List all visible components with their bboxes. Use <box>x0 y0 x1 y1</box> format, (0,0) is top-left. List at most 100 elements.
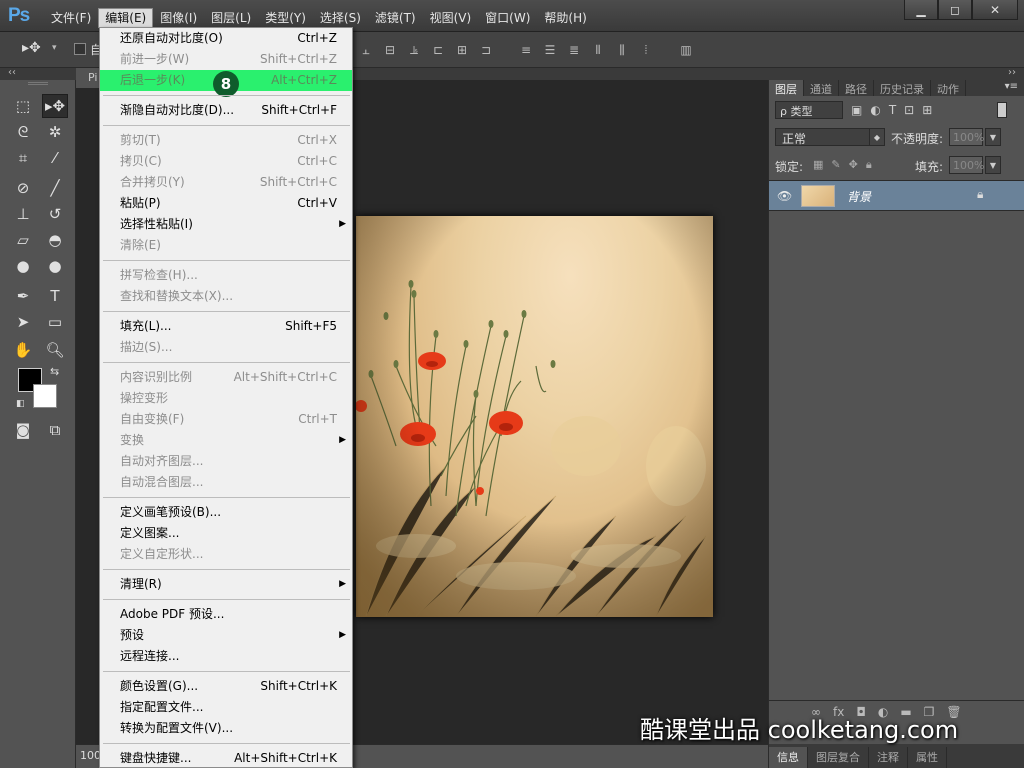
align-top-icon[interactable]: ⫠ <box>356 41 376 59</box>
edit-menu-item[interactable]: 指定配置文件... <box>100 697 352 718</box>
edit-menu-item[interactable]: 颜色设置(G)... Shift+Ctrl+K <box>100 676 352 697</box>
swap-colors-icon[interactable]: ⇆ <box>50 365 59 378</box>
menu-item[interactable]: 选择(S) <box>313 8 368 28</box>
lock-transparent-icon[interactable]: ▦ <box>813 158 823 172</box>
menu-item[interactable]: 图层(L) <box>204 8 258 28</box>
move-tool-preset-icon[interactable]: ▸✥ <box>22 40 41 56</box>
healing-brush-tool-icon[interactable]: ⊘ <box>10 176 36 200</box>
smart-object-filter-icon[interactable]: ⊞ <box>922 103 932 117</box>
eraser-tool-icon[interactable]: ▱ <box>10 228 36 252</box>
align-right-icon[interactable]: ⊐ <box>476 41 496 59</box>
opacity-input[interactable]: 100% <box>949 128 984 146</box>
rectangle-tool-icon[interactable]: ▭ <box>42 310 68 334</box>
edit-menu-item[interactable]: 自动混合图层... <box>100 472 352 493</box>
distribute-top-icon[interactable]: ≡ <box>516 41 536 59</box>
toolbox-grip[interactable] <box>28 82 48 85</box>
edit-menu-item[interactable]: 定义画笔预设(B)... <box>100 502 352 523</box>
bottom-tab[interactable]: 信息 <box>769 747 808 768</box>
lock-pixels-icon[interactable]: ✎ <box>831 158 840 172</box>
quick-mask-icon[interactable]: ◙ <box>10 418 36 442</box>
type-filter-icon[interactable]: T <box>889 103 896 117</box>
fill-input[interactable]: 100% <box>949 156 984 174</box>
bottom-tab[interactable]: 图层复合 <box>808 747 869 768</box>
menu-item[interactable]: 窗口(W) <box>478 8 537 28</box>
filter-toggle[interactable] <box>997 102 1007 118</box>
clone-stamp-tool-icon[interactable]: ⊥ <box>10 202 36 226</box>
distribute-left-icon[interactable]: ⦀ <box>588 41 608 59</box>
brush-tool-icon[interactable]: ╱ <box>42 176 68 200</box>
edit-menu-item[interactable]: 定义自定形状... <box>100 544 352 565</box>
edit-menu-item[interactable]: 清理(R) ▶ <box>100 574 352 595</box>
edit-menu-item[interactable]: 拼写检查(H)... <box>100 265 352 286</box>
edit-menu-item[interactable]: 渐隐自动对比度(D)... Shift+Ctrl+F <box>100 100 352 121</box>
minimize-button[interactable]: ▁ <box>904 0 938 20</box>
edit-menu-item[interactable]: 自由变换(F) Ctrl+T <box>100 409 352 430</box>
layer-filter-select[interactable]: ρ 类型 <box>775 101 843 119</box>
edit-menu-item[interactable]: 粘贴(P) Ctrl+V <box>100 193 352 214</box>
adjustment-filter-icon[interactable]: ◐ <box>870 103 880 117</box>
edit-menu-item[interactable]: 预设 ▶ <box>100 625 352 646</box>
maximize-button[interactable]: ◻ <box>938 0 972 20</box>
align-vcenter-icon[interactable]: ⊟ <box>380 41 400 59</box>
edit-menu-item[interactable]: 键盘快捷键... Alt+Shift+Ctrl+K <box>100 748 352 767</box>
eyedropper-tool-icon[interactable]: ⁄ <box>42 146 68 170</box>
distribute-right-icon[interactable]: ⦙ <box>636 41 656 59</box>
zoom-readout[interactable]: 100 <box>80 749 101 762</box>
edit-menu-item[interactable]: 合并拷贝(Y) Shift+Ctrl+C <box>100 172 352 193</box>
eye-icon[interactable]: 👁︎ <box>777 189 792 203</box>
collapse-left-icon[interactable]: ‹‹ <box>8 67 16 78</box>
edit-menu-item[interactable]: 转换为配置文件(V)... <box>100 718 352 739</box>
collapse-right-icon[interactable]: ›› <box>1008 67 1016 78</box>
align-hcenter-icon[interactable]: ⊞ <box>452 41 472 59</box>
dodge-tool-icon[interactable]: ● <box>42 254 68 278</box>
lock-all-icon[interactable]: 🔒︎ <box>866 158 872 172</box>
blend-mode-chevron-icon[interactable]: ◆ <box>869 128 885 146</box>
align-bottom-icon[interactable]: ⫡ <box>404 41 424 59</box>
edit-menu-item[interactable]: 还原自动对比度(O) Ctrl+Z <box>100 28 352 49</box>
type-tool-icon[interactable]: T <box>42 284 68 308</box>
edit-menu-item[interactable]: Adobe PDF 预设... <box>100 604 352 625</box>
edit-menu-item[interactable]: 填充(L)... Shift+F5 <box>100 316 352 337</box>
background-color-swatch[interactable] <box>33 384 57 408</box>
edit-menu-item[interactable]: 前进一步(W) Shift+Ctrl+Z <box>100 49 352 70</box>
default-colors-icon[interactable]: ◧ <box>16 399 25 409</box>
edit-menu-item[interactable]: 自动对齐图层... <box>100 451 352 472</box>
edit-menu-item[interactable]: 剪切(T) Ctrl+X <box>100 130 352 151</box>
bottom-tab[interactable]: 属性 <box>908 747 947 768</box>
menu-item[interactable]: 编辑(E) <box>98 8 154 28</box>
distribute-hcenter-icon[interactable]: ⫼ <box>612 41 632 59</box>
edit-menu-item[interactable]: 选择性粘贴(I) ▶ <box>100 214 352 235</box>
menu-item[interactable]: 滤镜(T) <box>368 8 423 28</box>
menu-item[interactable]: 类型(Y) <box>258 8 313 28</box>
edit-menu-item[interactable]: 查找和替换文本(X)... <box>100 286 352 307</box>
panel-tab[interactable]: 历史记录 <box>874 80 931 96</box>
menu-item[interactable]: 图像(I) <box>153 8 204 28</box>
chevron-down-icon[interactable]: ▾ <box>52 43 57 53</box>
layer-name[interactable]: 背景 <box>847 188 871 205</box>
panel-tab[interactable]: 图层 <box>769 80 804 96</box>
align-left-icon[interactable]: ⊏ <box>428 41 448 59</box>
marquee-tool-icon[interactable]: ⬚ <box>10 94 36 118</box>
fill-dropdown-icon[interactable]: ▼ <box>985 156 1001 174</box>
hand-tool-icon[interactable]: ✋ <box>10 338 36 362</box>
edit-menu-item[interactable]: 变换 ▶ <box>100 430 352 451</box>
edit-menu-item[interactable]: 定义图案... <box>100 523 352 544</box>
lock-position-icon[interactable]: ✥ <box>849 158 858 172</box>
pixel-filter-icon[interactable]: ▣ <box>851 103 862 117</box>
paint-bucket-tool-icon[interactable]: ◓ <box>42 228 68 252</box>
screen-mode-icon[interactable]: ⧉ <box>42 418 68 442</box>
panel-menu-icon[interactable]: ▾≡ <box>1005 81 1018 92</box>
distribute-vcenter-icon[interactable]: ☰ <box>540 41 560 59</box>
path-selection-tool-icon[interactable]: ➤ <box>10 310 36 334</box>
opacity-dropdown-icon[interactable]: ▼ <box>985 128 1001 146</box>
panel-tab[interactable]: 通道 <box>804 80 839 96</box>
lasso-tool-icon[interactable]: ᘓ <box>10 120 36 144</box>
auto-select-checkbox[interactable] <box>74 43 86 55</box>
bottom-tab[interactable]: 注释 <box>869 747 908 768</box>
pen-tool-icon[interactable]: ✒ <box>10 284 36 308</box>
move-tool-icon[interactable]: ▸✥ <box>42 94 68 118</box>
edit-menu-item[interactable]: 后退一步(K) Alt+Ctrl+Z 8 <box>100 70 352 97</box>
panel-tab[interactable]: 动作 <box>931 80 966 96</box>
crop-tool-icon[interactable]: ⌗ <box>10 146 36 170</box>
distribute-bottom-icon[interactable]: ≣ <box>564 41 584 59</box>
